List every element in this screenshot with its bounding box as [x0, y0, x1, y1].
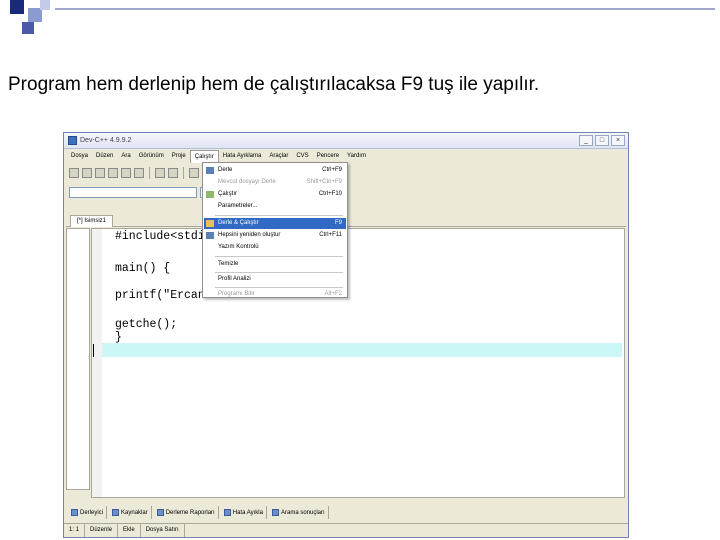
- menu-item-rebuild-all[interactable]: Hepsini yeniden oluştur Ctrl+F11: [204, 230, 346, 241]
- compile-run-icon: [206, 220, 214, 227]
- status-position: 1: 1: [64, 524, 86, 537]
- find-icon[interactable]: [189, 168, 199, 178]
- window-title: Dev-C++ 4.9.9.2: [80, 137, 132, 144]
- new-file-icon[interactable]: [69, 168, 79, 178]
- tab-untitled1[interactable]: [*] Isimsiz1: [70, 215, 114, 227]
- close-button[interactable]: ×: [611, 135, 625, 146]
- code-line: }: [115, 331, 122, 344]
- tab-compile-log[interactable]: Derleme Raporları: [154, 506, 219, 519]
- tab-find-results[interactable]: Arama sonuçları: [269, 506, 329, 519]
- status-insert: Ekle: [118, 524, 141, 537]
- menu-item-compile-current[interactable]: Mevcut dosyayı Derle Shift+Ctrl+F9: [204, 177, 346, 188]
- close-file-icon[interactable]: [121, 168, 131, 178]
- status-mode: Düzenle: [85, 524, 119, 537]
- app-icon: [68, 136, 77, 145]
- menu-edit[interactable]: Düzen: [92, 150, 117, 163]
- menu-item-syntax-check[interactable]: Yazım Kontrolü: [204, 242, 346, 253]
- menu-project[interactable]: Proje: [168, 150, 190, 163]
- code-line: getche();: [115, 318, 178, 331]
- debug-icon: [223, 509, 231, 516]
- menu-file[interactable]: Dosya: [67, 150, 92, 163]
- slide-title: Program hem derlenip hem de çalıştırılac…: [8, 74, 540, 95]
- menu-item-clean[interactable]: Temizle: [204, 259, 346, 270]
- save-all-icon[interactable]: [108, 168, 118, 178]
- code-editor[interactable]: #include<stdio main() { printf("Ercan ge…: [91, 228, 625, 498]
- menu-search[interactable]: Ara: [117, 150, 134, 163]
- minimize-button[interactable]: _: [579, 135, 593, 146]
- compiler-icon: [71, 509, 78, 516]
- menu-item-profile[interactable]: Profil Analizi: [204, 274, 346, 285]
- class-combo[interactable]: [69, 186, 197, 198]
- editor-gutter: [92, 229, 102, 497]
- tab-resources[interactable]: Kaynaklar: [109, 506, 152, 519]
- window-titlebar[interactable]: Dev-C++ 4.9.9.2 _ □ ×: [64, 133, 628, 149]
- resources-icon: [112, 509, 120, 516]
- ide-window: Dev-C++ 4.9.9.2 _ □ × Dosya Düzen Ara Gö…: [63, 132, 629, 538]
- tab-compiler[interactable]: Derleyici: [68, 506, 108, 519]
- status-bar: 1: 1 Düzenle Ekle Dosya Satırı: [64, 523, 628, 537]
- run-icon: [206, 191, 214, 198]
- code-line: #include<stdio: [115, 230, 212, 243]
- print-icon[interactable]: [134, 168, 144, 178]
- bottom-panel-tabs: Derleyici Kaynaklar Derleme Raporları Ha…: [66, 506, 626, 519]
- run-menu-dropdown: Derle Ctrl+F9 Mevcut dosyayı Derle Shift…: [202, 162, 348, 298]
- menu-item-compile-and-run[interactable]: Derle & Çalıştır F9: [204, 218, 346, 229]
- maximize-button[interactable]: □: [595, 135, 609, 146]
- current-line-highlight: [102, 343, 622, 357]
- log-icon: [156, 509, 164, 516]
- menu-item-run[interactable]: Çalıştır Ctrl+F10: [204, 189, 346, 200]
- project-panel[interactable]: [66, 228, 90, 490]
- text-caret: [93, 344, 94, 357]
- decorative-squares: [10, 0, 55, 40]
- menu-item-terminate[interactable]: Programı Bitir Alt+F2: [204, 289, 346, 300]
- compile-icon: [206, 167, 214, 174]
- status-lines: Dosya Satırı: [141, 524, 185, 537]
- undo-icon[interactable]: [155, 168, 165, 178]
- menu-item-parameters[interactable]: Parametreler...: [204, 201, 346, 212]
- save-icon[interactable]: [95, 168, 105, 178]
- tab-debug[interactable]: Hata Ayıkla: [221, 506, 267, 519]
- slide: Program hem derlenip hem de çalıştırılac…: [0, 0, 720, 540]
- redo-icon[interactable]: [168, 168, 178, 178]
- find-results-icon: [271, 509, 279, 516]
- code-line: printf("Ercan: [115, 289, 205, 302]
- menu-view[interactable]: Görünüm: [135, 150, 168, 163]
- rebuild-icon: [206, 232, 214, 239]
- decorative-line: [55, 8, 715, 10]
- menu-item-compile[interactable]: Derle Ctrl+F9: [204, 165, 346, 176]
- code-line: main() {: [115, 262, 171, 275]
- open-folder-icon[interactable]: [82, 168, 92, 178]
